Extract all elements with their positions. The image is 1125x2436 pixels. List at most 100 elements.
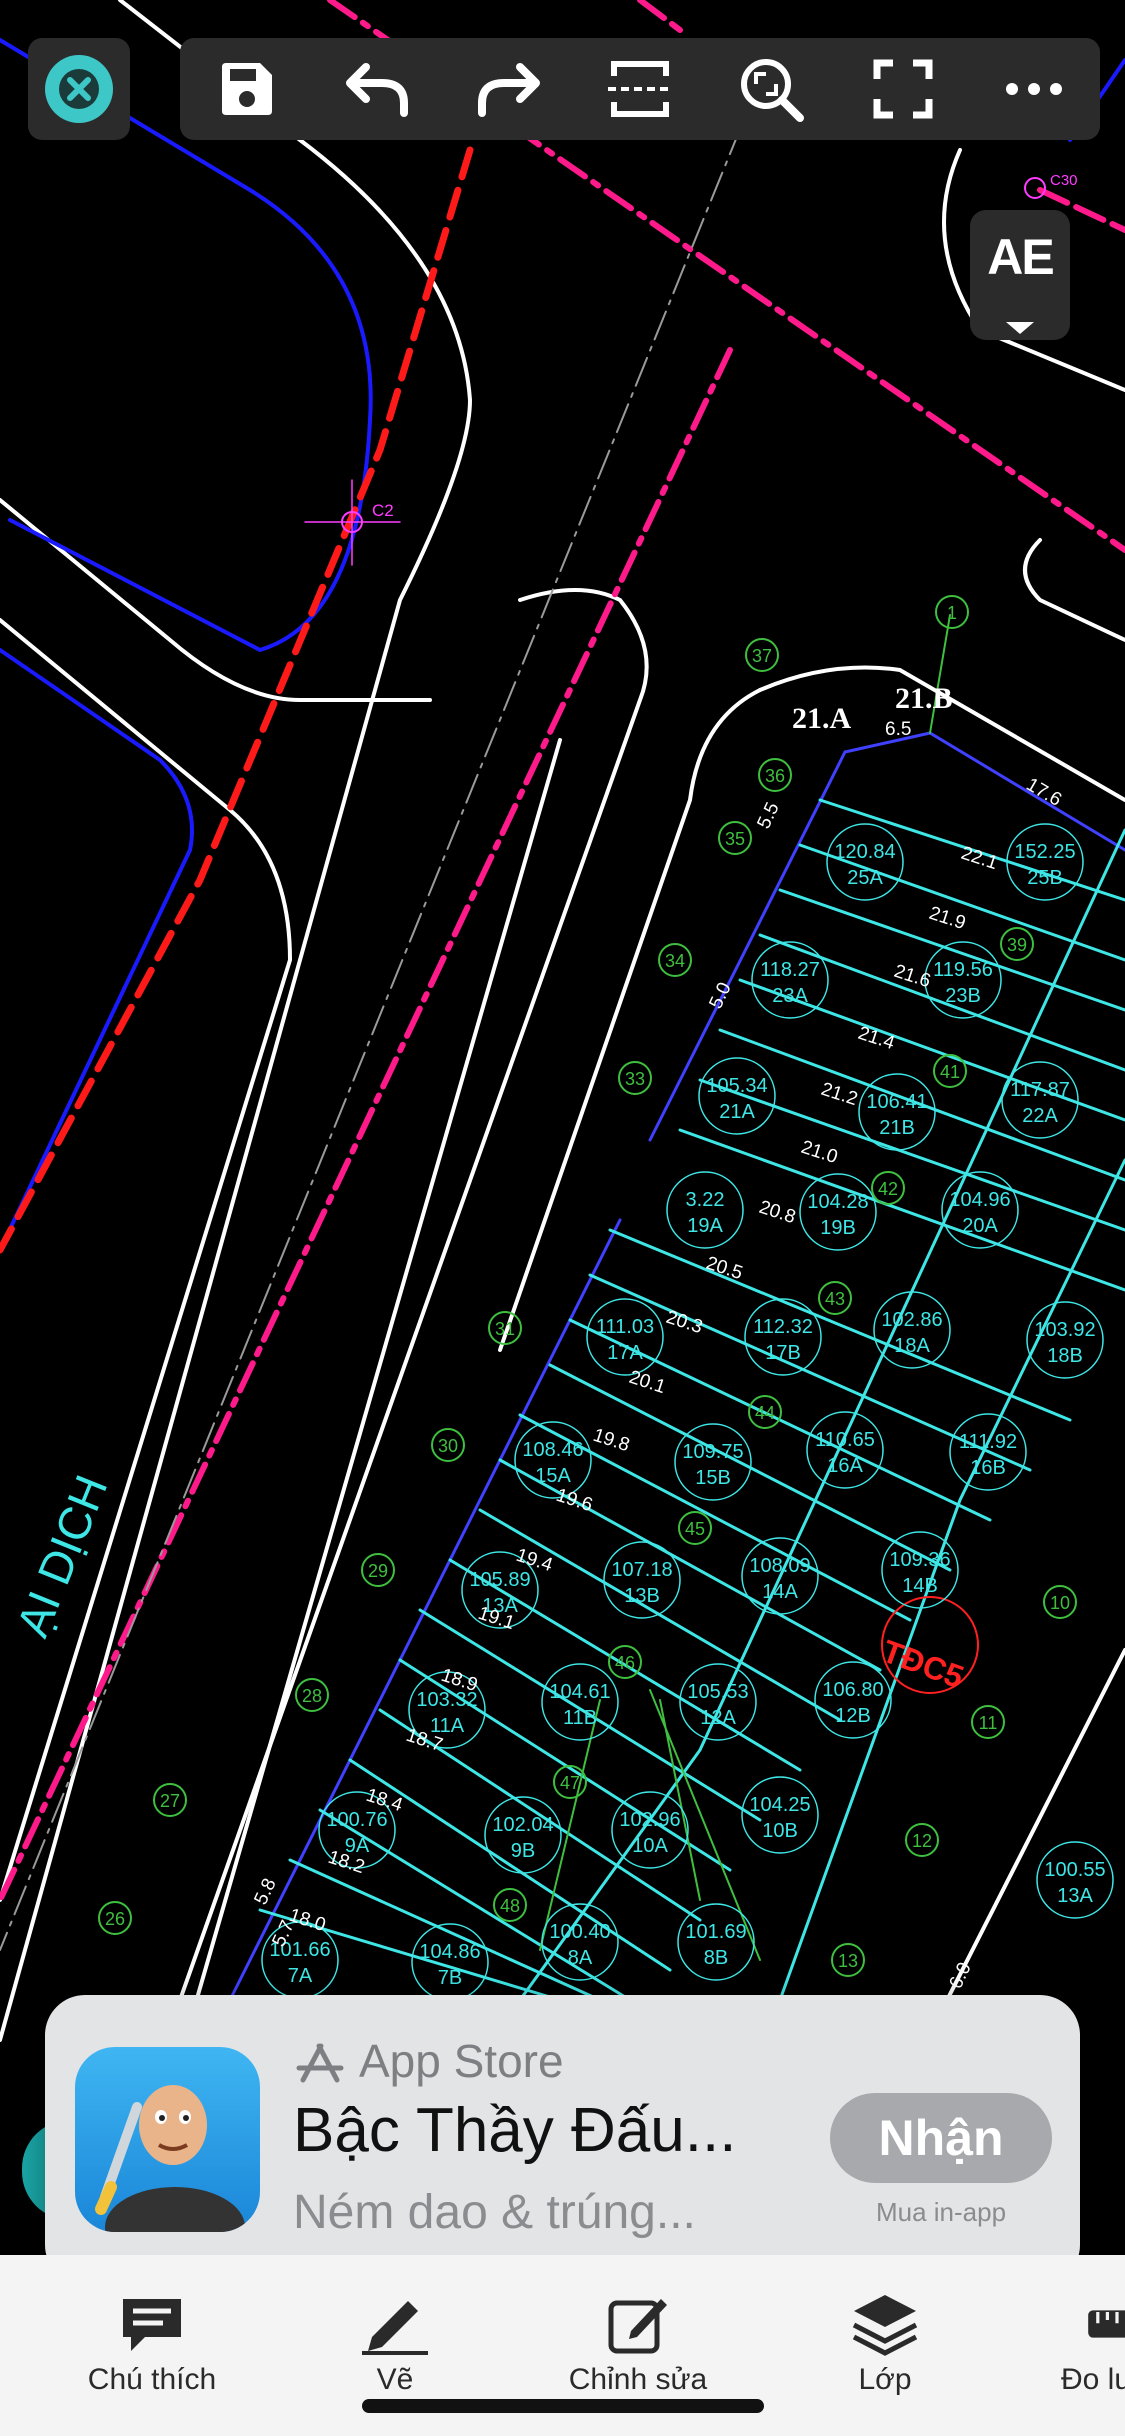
lot-area: 105.34 (706, 1075, 767, 1097)
lot-area: 102.86 (881, 1309, 942, 1331)
marker-point: 39 (1000, 927, 1034, 961)
close-button[interactable] (45, 55, 113, 123)
home-indicator (362, 2399, 764, 2413)
lot-id: 23B (945, 985, 981, 1007)
text-style-button[interactable]: AE (970, 210, 1070, 340)
lot-label: 108.09 14A (741, 1537, 819, 1615)
undo-button[interactable] (332, 44, 422, 134)
dimension-label: 6.0 (945, 1959, 975, 1992)
marker-point: 43 (818, 1281, 852, 1315)
lot-label: 106.41 21B (858, 1073, 936, 1151)
lot-area: 3.22 (686, 1189, 725, 1211)
marker-point: 45 (678, 1511, 712, 1545)
road-edge (1023, 538, 1125, 642)
marker-number: 1 (947, 603, 957, 623)
marker-number: 42 (878, 1179, 898, 1199)
marker-point: 10 (1043, 1585, 1077, 1619)
lot-area: 104.96 (949, 1189, 1010, 1211)
lot-area: 109.36 (889, 1549, 950, 1571)
app-icon (75, 2047, 260, 2232)
lot-label: 3.22 19A (666, 1171, 744, 1249)
in-app-purchase-note: Mua in-app (875, 2197, 1007, 2227)
dimension-label: 5.5 (753, 799, 783, 832)
close-button-container (28, 38, 130, 140)
lot-id: 9B (511, 1840, 535, 1862)
tab-draw[interactable]: Vẽ (295, 2285, 495, 2397)
marker-number: 48 (500, 1896, 520, 1916)
lot-label: 109.36 14B (881, 1531, 959, 1609)
corner-label-21a: 21.A (792, 702, 852, 735)
survey-point-c2-cross (304, 479, 401, 566)
lot-area: 104.86 (419, 1941, 480, 1963)
lot-id: 10B (762, 1820, 798, 1842)
marker-point: 27 (153, 1783, 187, 1817)
marker-number: 39 (1007, 935, 1027, 955)
lot-label: 105.34 21A (698, 1057, 776, 1135)
dimension-label: 5.8 (250, 1875, 280, 1908)
section-button[interactable] (595, 44, 685, 134)
save-button[interactable] (201, 44, 291, 134)
lot-id: 19B (820, 1217, 856, 1239)
tab-measure[interactable]: Đo lư (1025, 2285, 1125, 2397)
lot-id: 11B (563, 1707, 597, 1729)
lot-label: 104.86 7B (411, 1923, 489, 2001)
marker-point: 29 (361, 1553, 395, 1587)
fullscreen-button[interactable] (858, 44, 948, 134)
dimension-label: 19.6 (553, 1485, 595, 1516)
lot-label: 111.92 16B (949, 1413, 1027, 1491)
app-title: Bậc Thầy Đấu... (293, 2096, 737, 2165)
pencil-icon (362, 2301, 428, 2355)
lot-id: 15B (695, 1467, 731, 1489)
lot-area: 104.61 (549, 1681, 610, 1703)
tab-layers[interactable]: Lớp (785, 2285, 985, 2397)
dimension-label: 21.0 (798, 1137, 840, 1168)
lot-label: 117.87 22A (1001, 1061, 1079, 1139)
marker-number: 41 (940, 1062, 960, 1082)
ruler-icon (1088, 2310, 1125, 2338)
lot-area: 112.32 (753, 1316, 813, 1338)
corner-label-21b: 21.B (895, 682, 953, 715)
lot-area: 107.18 (611, 1559, 672, 1581)
marker-number: 13 (838, 1951, 858, 1971)
get-app-button[interactable]: Nhận (830, 2093, 1052, 2183)
lot-area: 119.56 (933, 959, 993, 981)
lot-id: 7A (288, 1965, 313, 1987)
marker-point: 33 (618, 1061, 652, 1095)
lot-id: 8B (704, 1947, 728, 1969)
lot-id: 18B (1047, 1345, 1083, 1367)
app-store-banner[interactable]: App Store Bậc Thầy Đấu... Ném dao & trún… (45, 1995, 1080, 2285)
lot-area: 111.03 (596, 1316, 654, 1338)
more-button[interactable] (989, 44, 1079, 134)
lot-id: 25B (1027, 867, 1063, 889)
lot-area: 100.40 (549, 1921, 610, 1943)
lot-label: 152.25 25B (1006, 823, 1084, 901)
marker-number: 46 (615, 1653, 635, 1673)
marker-point: 41 (933, 1054, 967, 1088)
lot-label: 101.69 8B (677, 1903, 755, 1981)
text-style-label: AE (987, 229, 1054, 285)
lot-area: 110.65 (815, 1429, 875, 1451)
dimension-label: 20.3 (663, 1307, 705, 1338)
dimension-label: 21.2 (818, 1079, 860, 1110)
lot-label: 110.65 16A (806, 1411, 884, 1489)
lot-id: 15A (535, 1465, 571, 1487)
redo-button[interactable] (464, 44, 554, 134)
marker-c2-label: C2 (372, 501, 394, 520)
tab-edit[interactable]: Chỉnh sửa (538, 2285, 738, 2397)
road-edge (0, 498, 432, 702)
lot-label: 102.96 10A (611, 1791, 689, 1869)
dimension-label: 20.1 (626, 1367, 668, 1398)
lot-label: 107.18 13B (603, 1541, 681, 1619)
tab-annotation[interactable]: Chú thích (52, 2285, 252, 2397)
tab-edit-label: Chỉnh sửa (568, 2363, 708, 2396)
lot-label: 111.03 17A (586, 1298, 664, 1376)
lot-area: 100.55 (1044, 1859, 1105, 1881)
marker-number: 10 (1050, 1593, 1070, 1613)
marker-number: 43 (825, 1289, 845, 1309)
zoom-button[interactable] (726, 44, 816, 134)
marker-point: 46 (608, 1645, 642, 1679)
road-name-label: ẠI DỊCH (6, 1468, 117, 1644)
redo-icon (477, 63, 540, 117)
marker-point: 44 (748, 1395, 782, 1429)
road-edge (0, 618, 293, 1902)
